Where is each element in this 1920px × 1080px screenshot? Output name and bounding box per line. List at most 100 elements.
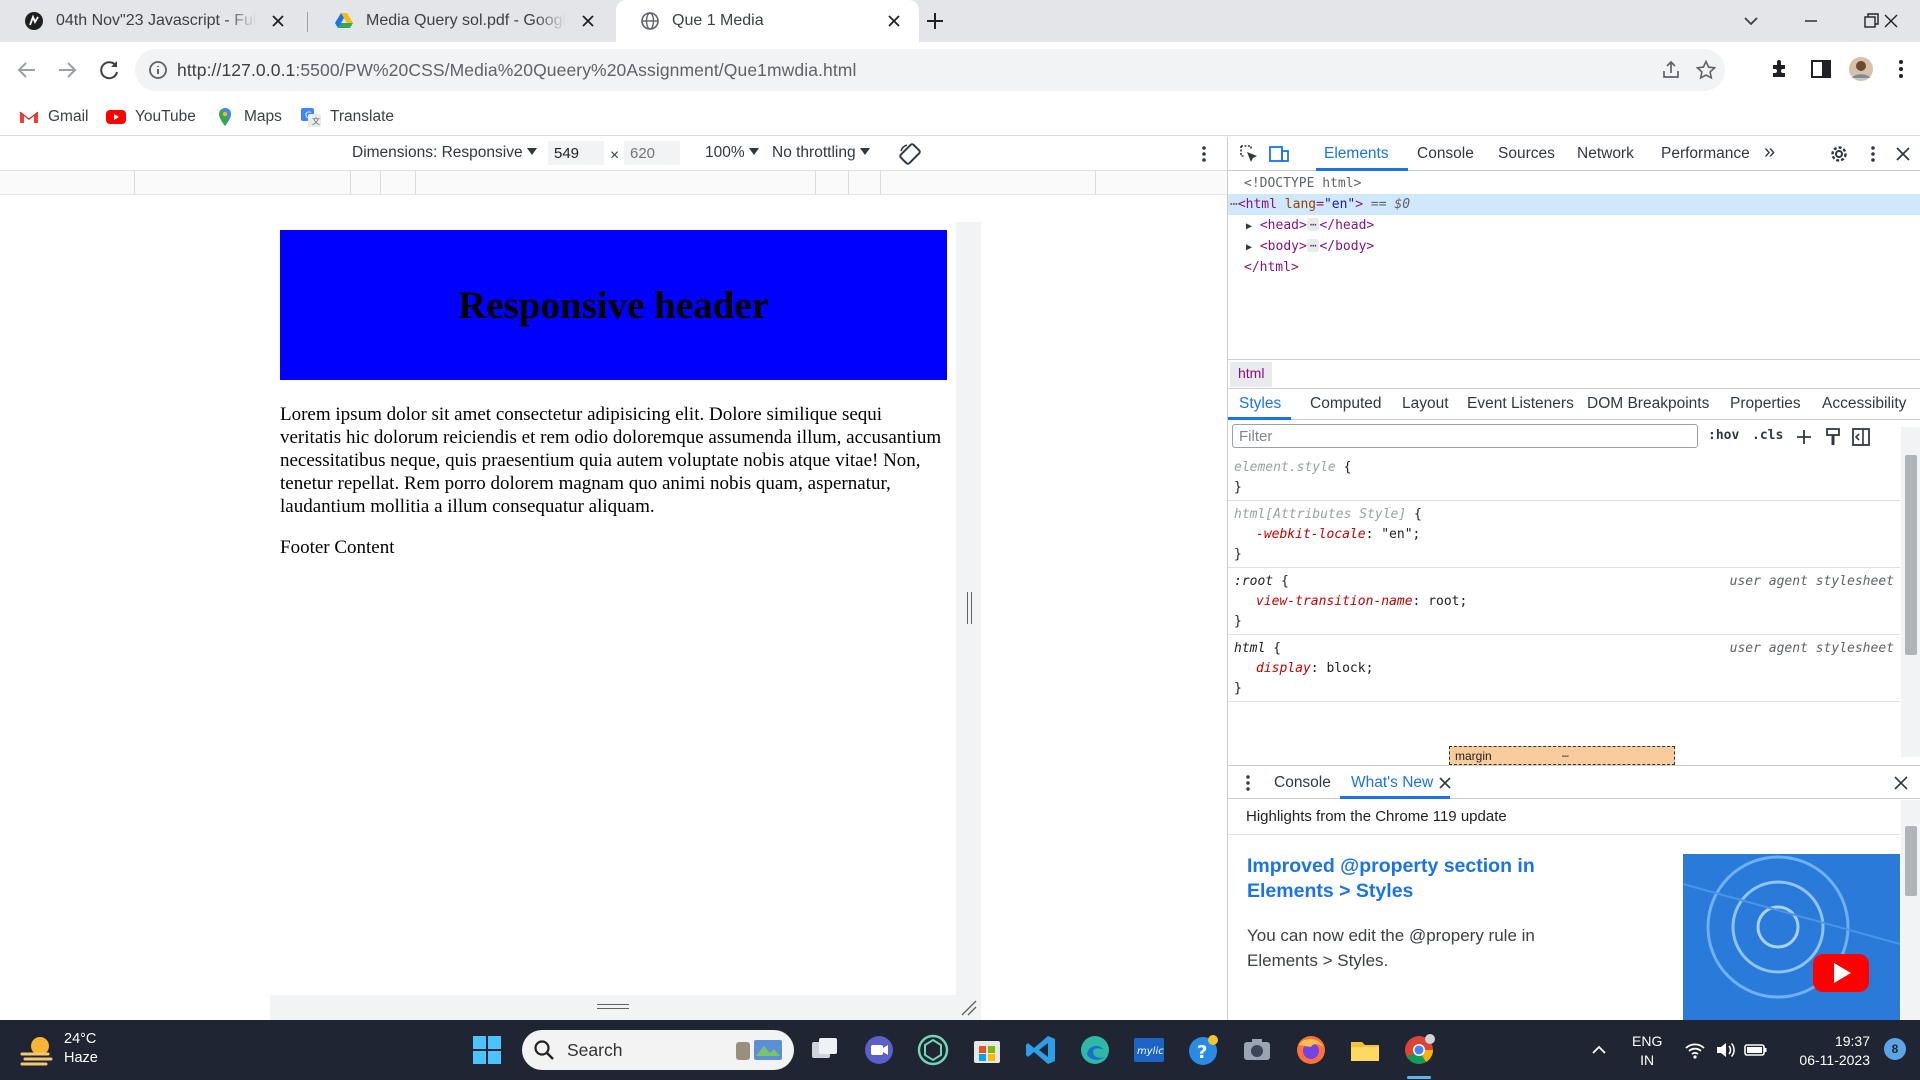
- bookmark-translate[interactable]: G文 Translate: [300, 104, 394, 130]
- rule-root[interactable]: :root { user agent stylesheet view-trans…: [1228, 569, 1900, 635]
- toggle-sidebar-icon[interactable]: [1850, 426, 1872, 448]
- paint-brush-icon[interactable]: [1822, 426, 1844, 448]
- mq-marker[interactable]: [350, 171, 351, 194]
- settings-gear-icon[interactable]: [1828, 143, 1850, 165]
- bookmark-maps[interactable]: Maps: [214, 104, 282, 130]
- meet-chat-icon[interactable]: [862, 1033, 896, 1067]
- tab-que1-media[interactable]: Que 1 Media: [616, 0, 919, 42]
- mylic-app-icon[interactable]: mylic: [1132, 1033, 1166, 1067]
- css-value[interactable]: root: [1428, 594, 1459, 609]
- height-input[interactable]: [624, 141, 680, 165]
- breadcrumb-html[interactable]: html: [1230, 362, 1273, 387]
- box-model-value[interactable]: –: [1562, 748, 1569, 762]
- ellipsis-icon[interactable]: ⋯: [1306, 218, 1320, 231]
- dom-html-close[interactable]: </html>: [1228, 257, 1920, 278]
- filter-input[interactable]: [1232, 424, 1698, 448]
- tab-sources[interactable]: Sources: [1498, 145, 1555, 163]
- minimize-icon[interactable]: [1798, 8, 1824, 34]
- url-text[interactable]: http://127.0.0.1:5500/PW%20CSS/Media%20Q…: [177, 60, 856, 81]
- devtools-menu-icon[interactable]: [1862, 143, 1884, 165]
- css-property[interactable]: view-transition-name: [1256, 594, 1413, 609]
- extensions-icon[interactable]: [1768, 56, 1794, 82]
- site-info-icon[interactable]: [147, 59, 169, 81]
- rule-html[interactable]: html { user agent stylesheet display: bl…: [1228, 636, 1900, 702]
- tab-layout[interactable]: Layout: [1402, 395, 1449, 413]
- throttling-dropdown[interactable]: No throttling: [772, 144, 870, 162]
- clock[interactable]: 19:37 06-11-2023: [1794, 1032, 1870, 1070]
- css-property[interactable]: display: [1256, 661, 1311, 676]
- rule-element-style[interactable]: element.style { }: [1228, 455, 1900, 501]
- tab-properties[interactable]: Properties: [1730, 395, 1801, 413]
- zoom-dropdown[interactable]: 100%: [705, 144, 759, 162]
- chrome-icon[interactable]: [1402, 1033, 1436, 1067]
- mq-marker[interactable]: [815, 171, 816, 194]
- hov-toggle[interactable]: :hov: [1708, 428, 1739, 443]
- more-tabs-icon[interactable]: »: [1764, 141, 1775, 164]
- tab-performance[interactable]: Performance: [1661, 145, 1750, 163]
- dom-body-node[interactable]: ▶ <body> ⋯ </body>: [1228, 236, 1920, 257]
- feature-video-thumbnail[interactable]: [1683, 854, 1900, 1020]
- feature-title-link[interactable]: Improved @property section in Elements >…: [1247, 854, 1577, 904]
- profile-avatar[interactable]: [1848, 56, 1874, 82]
- close-tab-icon[interactable]: [579, 12, 597, 30]
- tab-accessibility[interactable]: Accessibility: [1822, 395, 1906, 413]
- back-icon[interactable]: [13, 56, 41, 84]
- reload-icon[interactable]: [95, 56, 123, 84]
- notification-badge[interactable]: 8: [1884, 1038, 1906, 1060]
- vscode-icon[interactable]: [1024, 1033, 1058, 1067]
- resize-corner-icon[interactable]: [958, 997, 978, 1017]
- file-explorer-icon[interactable]: [1348, 1033, 1382, 1067]
- dom-head-node[interactable]: ▶ <head> ⋯ </head>: [1228, 215, 1920, 236]
- rotate-icon[interactable]: [898, 142, 922, 166]
- drawer-tab-console[interactable]: Console: [1274, 774, 1331, 792]
- close-drawer-icon[interactable]: [1893, 775, 1909, 791]
- drawer-menu-icon[interactable]: [1238, 773, 1258, 793]
- new-tab-icon[interactable]: [924, 10, 946, 32]
- menu-kebab-icon[interactable]: [1888, 56, 1914, 82]
- gutter-dots-icon[interactable]: ⋯: [1230, 197, 1238, 212]
- bookmark-youtube[interactable]: YouTube: [105, 104, 196, 130]
- tab-styles[interactable]: Styles: [1239, 395, 1281, 413]
- media-query-bar[interactable]: [0, 171, 1227, 195]
- inspect-element-icon[interactable]: [1238, 143, 1260, 165]
- close-drawer-tab-icon[interactable]: [1438, 776, 1452, 790]
- scrollbar-thumb[interactable]: [1905, 455, 1917, 655]
- tab-event-listeners[interactable]: Event Listeners: [1467, 395, 1574, 413]
- chatgpt-icon[interactable]: [916, 1033, 950, 1067]
- volume-icon[interactable]: [1714, 1040, 1736, 1060]
- mq-marker[interactable]: [880, 171, 881, 194]
- close-devtools-icon[interactable]: [1892, 143, 1914, 165]
- forward-icon[interactable]: [53, 56, 81, 84]
- firefox-icon[interactable]: [1294, 1033, 1328, 1067]
- mq-marker[interactable]: [134, 171, 135, 194]
- language-indicator[interactable]: ENG IN: [1632, 1032, 1662, 1070]
- css-property[interactable]: -webkit-locale: [1256, 527, 1366, 542]
- tab-network[interactable]: Network: [1577, 145, 1634, 163]
- mq-marker[interactable]: [415, 171, 416, 194]
- wifi-icon[interactable]: [1684, 1040, 1706, 1060]
- task-view-icon[interactable]: [808, 1033, 842, 1067]
- address-bar[interactable]: http://127.0.0.1:5500/PW%20CSS/Media%20Q…: [135, 49, 1725, 91]
- tab-javascript-course[interactable]: 04th Nov"23 Javascript - Full Stack Web …: [0, 0, 303, 42]
- tab-console[interactable]: Console: [1417, 145, 1474, 163]
- device-toggle-icon[interactable]: [1268, 143, 1290, 165]
- expand-triangle-icon[interactable]: ▶: [1246, 242, 1252, 253]
- close-window-icon[interactable]: [1878, 8, 1904, 34]
- chevron-up-icon[interactable]: [1590, 1041, 1608, 1059]
- resize-handle-bottom[interactable]: [270, 995, 981, 1020]
- camera-icon[interactable]: [1240, 1033, 1274, 1067]
- drawer-tab-whats-new[interactable]: What's New: [1351, 774, 1433, 792]
- microsoft-store-icon[interactable]: [970, 1033, 1004, 1067]
- share-icon[interactable]: [1660, 59, 1682, 81]
- close-tab-icon[interactable]: [885, 12, 903, 30]
- expand-triangle-icon[interactable]: ▶: [1246, 221, 1252, 232]
- side-panel-icon[interactable]: [1808, 56, 1834, 82]
- battery-icon[interactable]: [1744, 1041, 1768, 1059]
- css-value[interactable]: block: [1326, 661, 1365, 676]
- tab-dom-breakpoints[interactable]: DOM Breakpoints: [1587, 395, 1709, 413]
- scrollbar-thumb[interactable]: [1905, 826, 1917, 896]
- tab-elements[interactable]: Elements: [1324, 145, 1389, 163]
- dom-doctype[interactable]: <!DOCTYPE html>: [1228, 173, 1920, 194]
- bookmark-star-icon[interactable]: [1695, 59, 1717, 81]
- dimensions-dropdown[interactable]: Dimensions: Responsive: [352, 144, 537, 162]
